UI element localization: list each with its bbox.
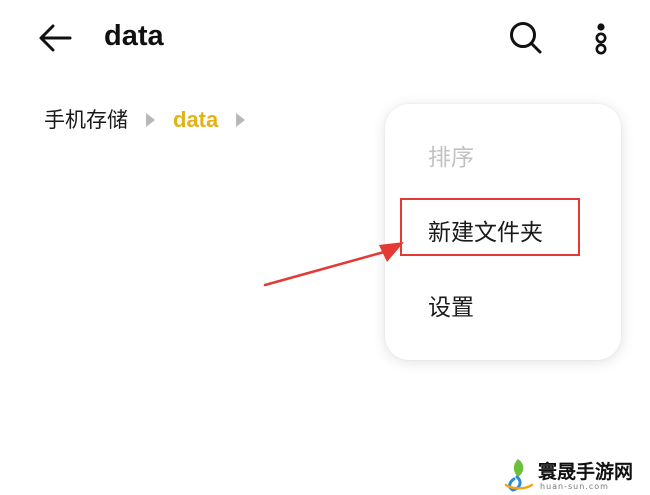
more-vertical-icon	[595, 23, 607, 55]
file-manager-screen: data 手机存储 data 排序 新建文件夹 设置 寰晟手游网 huan-su…	[0, 0, 650, 495]
leaf-logo-icon	[504, 459, 534, 492]
back-button[interactable]	[36, 20, 76, 56]
chevron-right-icon	[146, 113, 155, 127]
menu-item-sort[interactable]: 排序	[428, 141, 474, 175]
breadcrumb: 手机存储 data	[44, 103, 263, 137]
chevron-right-icon	[236, 113, 246, 127]
more-options-button[interactable]	[588, 20, 614, 56]
watermark-name: 寰晟手游网	[538, 461, 634, 483]
breadcrumb-item-data[interactable]: data	[173, 103, 218, 137]
search-button[interactable]	[506, 18, 546, 58]
page-title: data	[104, 20, 164, 52]
watermark-url: huan-sun.com	[540, 482, 609, 491]
watermark: 寰晟手游网 huan-sun.com	[502, 455, 648, 493]
arrow-left-icon	[39, 24, 72, 52]
annotation-highlight-box	[400, 198, 580, 256]
search-icon	[510, 22, 542, 54]
breadcrumb-item-phone-storage[interactable]: 手机存储	[44, 103, 128, 137]
menu-item-settings[interactable]: 设置	[428, 291, 474, 325]
